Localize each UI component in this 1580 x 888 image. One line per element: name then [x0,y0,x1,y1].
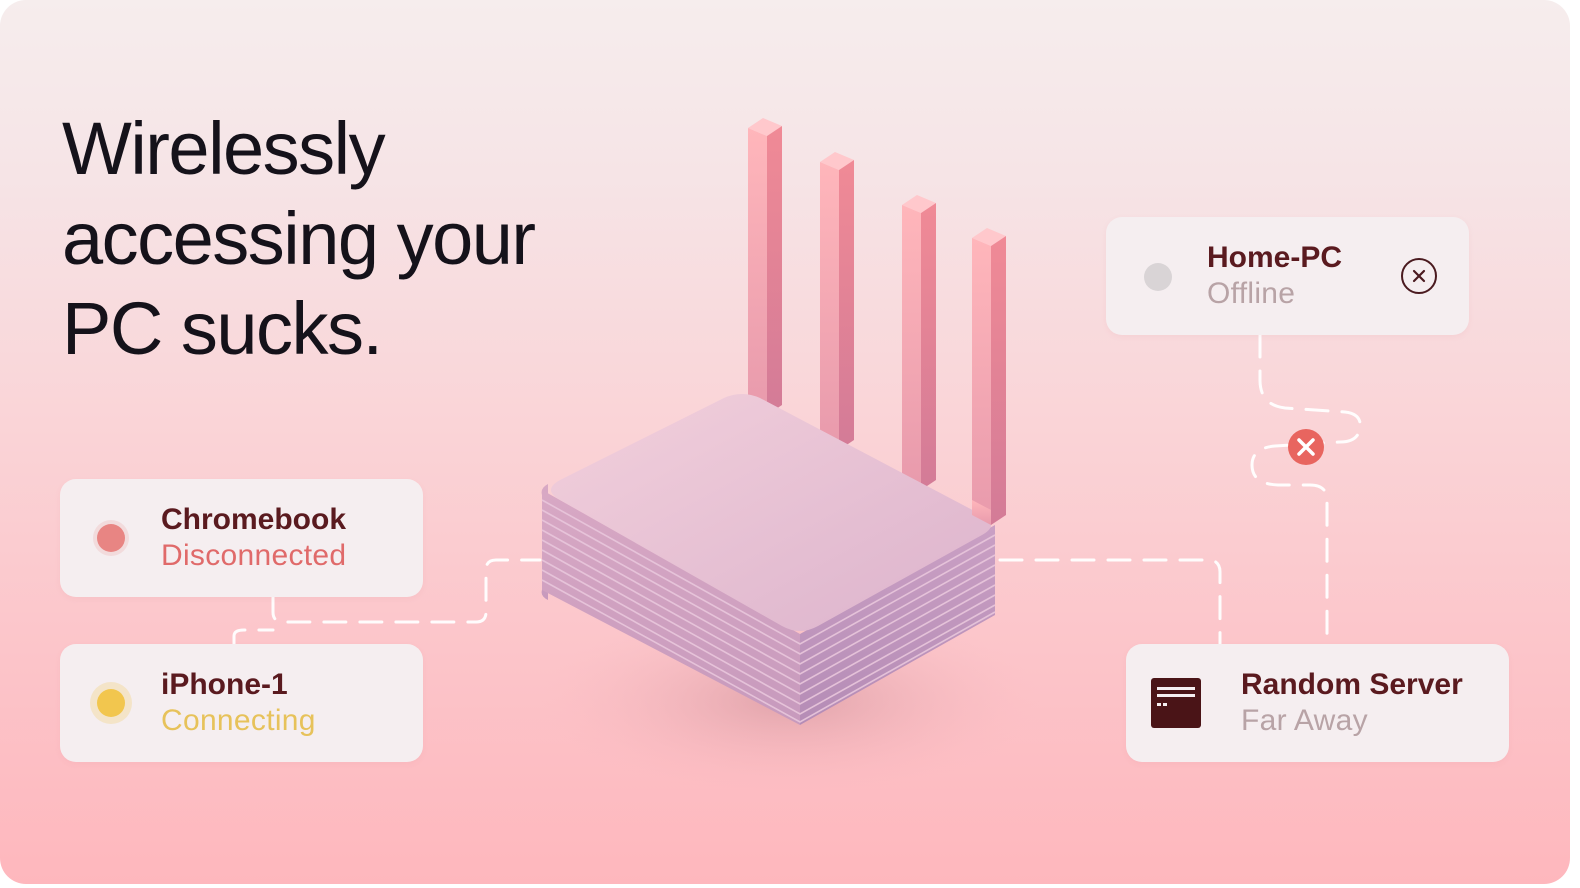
device-card-chromebook[interactable]: Chromebook Disconnected [60,479,423,597]
hero-panel: Wirelessly accessing your PC sucks. Chro… [0,0,1570,884]
device-name: Home-PC [1207,241,1343,274]
device-status: Far Away [1241,704,1368,737]
device-name: iPhone-1 [161,668,288,701]
device-status: Connecting [161,704,316,737]
device-status: Disconnected [161,539,347,572]
device-card-iphone[interactable]: iPhone-1 Connecting [60,644,423,762]
headline-line: PC sucks. [62,287,383,370]
headline-line: Wirelessly [62,107,386,190]
device-name: Random Server [1241,668,1463,701]
device-card-home-pc[interactable]: Home-PC Offline [1106,217,1469,335]
headline-line: accessing your [62,197,536,280]
headline: Wirelessly accessing your PC sucks. [62,104,622,374]
status-dot [97,689,125,717]
device-name: Chromebook [161,503,347,536]
status-dot [1144,263,1172,291]
device-card-random-server[interactable]: Random Server Far Away [1126,644,1509,762]
server-window-icon [1151,678,1201,728]
status-dot [97,524,125,552]
device-status: Offline [1207,277,1296,310]
close-icon[interactable] [1401,258,1437,294]
